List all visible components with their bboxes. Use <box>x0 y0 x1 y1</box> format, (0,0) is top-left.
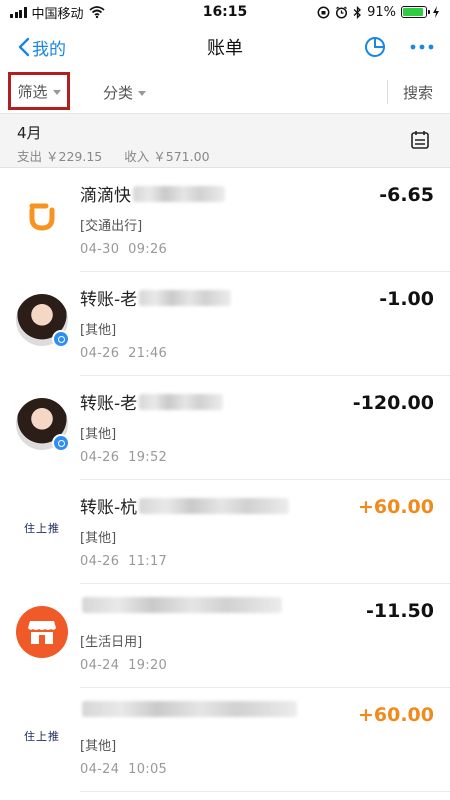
redacted-text <box>139 497 290 514</box>
avatar <box>16 294 70 348</box>
income-value: ￥571.00 <box>153 149 210 164</box>
shop-icon <box>16 606 68 658</box>
transaction-name-text: 转账-老 <box>80 290 138 310</box>
expense-label: 支出 <box>17 149 43 164</box>
transaction-category: [其他] <box>80 739 117 754</box>
brand-logo-icon: 住上推 <box>24 730 60 743</box>
transaction-row[interactable]: 滴滴快 [交通出行] 04-30 09:26 -6.65 <box>0 168 450 272</box>
carrier-label: 中国移动 <box>31 6 84 22</box>
month-summary: 支出 ￥229.15 收入 ￥571.00 <box>17 146 210 165</box>
redacted-text <box>139 289 232 306</box>
signal-icon <box>10 6 27 18</box>
nav-actions <box>364 36 434 58</box>
transaction-name-text: 转账-老 <box>80 394 138 414</box>
transaction-amount: -120.00 <box>352 392 434 414</box>
redacted-text <box>82 597 282 613</box>
verified-badge-icon <box>52 434 70 452</box>
transaction-time: 04-24 10:05 <box>80 762 168 777</box>
transaction-name-text: 滴滴快 <box>80 186 131 206</box>
wifi-icon <box>88 6 105 18</box>
filter-bar: 筛选 分类 搜索 <box>0 70 450 114</box>
divider <box>387 80 388 104</box>
calendar-icon[interactable] <box>410 130 430 150</box>
month-title: 4月 <box>17 124 42 142</box>
transaction-row[interactable]: 住上推 [其他] 04-24 10:05 +60.00 <box>0 688 450 792</box>
redacted-text <box>139 393 224 410</box>
transaction-row[interactable]: 转账-老 [其他] 04-26 21:46 -1.00 <box>0 272 450 376</box>
charging-icon <box>433 6 439 18</box>
didi-logo-icon <box>16 190 68 242</box>
transaction-time: 04-26 11:17 <box>80 554 168 569</box>
brand-logo-icon: 住上推 <box>24 522 60 535</box>
transaction-category: [其他] <box>80 323 117 338</box>
transaction-name <box>80 701 297 717</box>
caret-down-icon <box>138 91 147 96</box>
chart-pie-icon[interactable] <box>364 36 386 58</box>
transaction-amount: +60.00 <box>357 704 434 726</box>
more-icon[interactable] <box>410 44 434 50</box>
battery-percent: 91% <box>367 4 396 20</box>
redacted-text <box>82 701 297 717</box>
bluetooth-icon <box>353 5 362 19</box>
status-right: 91% <box>317 5 440 20</box>
search-button[interactable]: 搜索 <box>403 82 433 103</box>
category-label: 分类 <box>103 84 134 102</box>
transaction-name: 滴滴快 <box>80 181 225 206</box>
transaction-time: 04-30 09:26 <box>80 242 168 257</box>
transaction-category: [其他] <box>80 531 117 546</box>
transaction-name-text: 转账-杭 <box>80 498 138 518</box>
transaction-name: 转账-老 <box>80 285 232 310</box>
back-button[interactable]: 我的 <box>18 35 66 60</box>
transaction-category: [其他] <box>80 427 117 442</box>
category-dropdown[interactable]: 分类 <box>103 82 147 103</box>
filter-label: 筛选 <box>17 82 48 101</box>
income-label: 收入 <box>124 149 150 164</box>
transaction-amount: -6.65 <box>379 184 434 206</box>
transaction-time: 04-26 21:46 <box>80 346 168 361</box>
transaction-amount: -1.00 <box>379 288 434 310</box>
back-label: 我的 <box>32 39 66 60</box>
transaction-name: 转账-老 <box>80 389 224 414</box>
row-divider <box>80 791 450 792</box>
nav-bar: 我的 账单 <box>0 24 450 70</box>
transaction-name: 转账-杭 <box>80 493 290 518</box>
status-bar: 中国移动 16:15 91% <box>0 0 450 24</box>
battery-icon <box>401 6 430 18</box>
transaction-time: 04-26 19:52 <box>80 450 168 465</box>
status-left: 中国移动 <box>10 3 105 22</box>
caret-down-icon <box>52 89 61 95</box>
verified-badge-icon <box>52 330 70 348</box>
orientation-lock-icon <box>317 6 330 18</box>
transaction-category: [生活日用] <box>80 635 143 650</box>
transaction-category: [交通出行] <box>80 219 143 234</box>
alarm-icon <box>336 5 348 19</box>
battery-level <box>403 8 424 16</box>
filter-dropdown[interactable]: 筛选 <box>8 72 70 110</box>
transaction-amount: +60.00 <box>357 496 434 518</box>
avatar <box>16 398 70 452</box>
chevron-left-icon <box>18 37 30 57</box>
transaction-row[interactable]: 转账-老 [其他] 04-26 19:52 -120.00 <box>0 376 450 480</box>
redacted-text <box>133 185 225 202</box>
transaction-row[interactable]: 住上推 转账-杭 [其他] 04-26 11:17 +60.00 <box>0 480 450 584</box>
transaction-name <box>80 597 282 613</box>
transaction-row[interactable]: [生活日用] 04-24 19:20 -11.50 <box>0 584 450 688</box>
expense-value: ￥229.15 <box>46 149 103 164</box>
month-header: 4月 支出 ￥229.15 收入 ￥571.00 <box>0 114 450 168</box>
transaction-time: 04-24 19:20 <box>80 658 168 673</box>
transaction-amount: -11.50 <box>366 600 434 622</box>
